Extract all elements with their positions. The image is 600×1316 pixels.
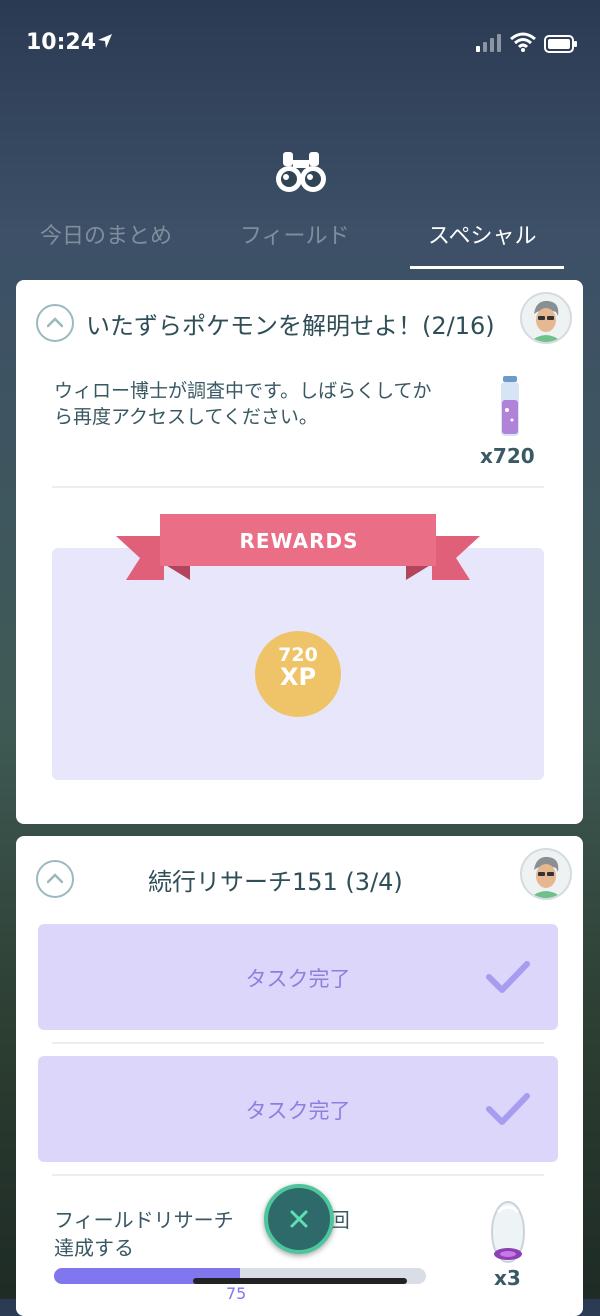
rewards-label: REWARDS: [239, 529, 359, 553]
incense-icon: [491, 1201, 525, 1263]
collapse-button[interactable]: [36, 304, 74, 342]
collapse-button[interactable]: [36, 860, 74, 898]
divider: [52, 486, 544, 488]
cellular-signal-icon: [476, 34, 501, 52]
task-text-line2: 達成する: [54, 1236, 134, 1260]
reward-item-count: x720: [480, 444, 535, 468]
active-tab-indicator: [410, 266, 564, 269]
completed-task[interactable]: タスク完了: [38, 924, 558, 1030]
task-status-label: タスク完了: [245, 1099, 351, 1123]
status-time: 10:24: [26, 30, 97, 55]
divider: [52, 1042, 544, 1044]
task-text-start: フィールドリサーチ: [54, 1208, 234, 1232]
divider: [52, 1174, 544, 1176]
professor-willow-icon: [530, 856, 562, 898]
binoculars-icon: [276, 152, 326, 192]
checkmark-icon: [486, 1093, 530, 1125]
checkmark-icon: [486, 961, 530, 993]
task-status-label: タスク完了: [245, 967, 351, 991]
research-title: 続行リサーチ151 (3/4): [148, 868, 403, 896]
current-task-text: フィールドリサーチを151回 達成する: [54, 1206, 434, 1262]
wifi-icon: [510, 32, 536, 52]
tab-special[interactable]: スペシャル: [428, 218, 536, 250]
location-arrow-icon: [98, 34, 112, 48]
chevron-up-icon: [47, 873, 63, 884]
tab-today-summary[interactable]: 今日のまとめ: [40, 218, 172, 250]
xp-amount: 720: [278, 644, 318, 666]
research-tabs: 今日のまとめ フィールド スペシャル: [0, 210, 600, 270]
close-icon: [290, 1210, 308, 1228]
xp-reward-badge: 720 XP: [255, 631, 341, 717]
professor-avatar[interactable]: [520, 292, 572, 344]
tab-field[interactable]: フィールド: [240, 218, 350, 250]
stardust-vial-icon: [501, 376, 519, 436]
task-progress-value: 75: [226, 1284, 247, 1303]
completed-task[interactable]: タスク完了: [38, 1056, 558, 1162]
home-indicator: [193, 1278, 407, 1284]
special-research-card: いたずらポケモンを解明せよ！(2/16) ウィロー博士が調査中です。しばらくして…: [16, 280, 583, 824]
reward-item-count: x3: [494, 1266, 521, 1290]
close-button[interactable]: [264, 1184, 334, 1254]
quest-description: ウィロー博士が調査中です。しばらくしてから再度アクセスしてください。: [54, 380, 432, 428]
professor-avatar[interactable]: [520, 848, 572, 900]
xp-unit: XP: [279, 663, 317, 691]
battery-icon: [544, 35, 577, 53]
professor-willow-icon: [530, 300, 562, 342]
chevron-up-icon: [47, 317, 63, 328]
quest-title: いたずらポケモンを解明せよ！(2/16): [86, 312, 495, 340]
status-bar: 10:24: [0, 0, 600, 88]
